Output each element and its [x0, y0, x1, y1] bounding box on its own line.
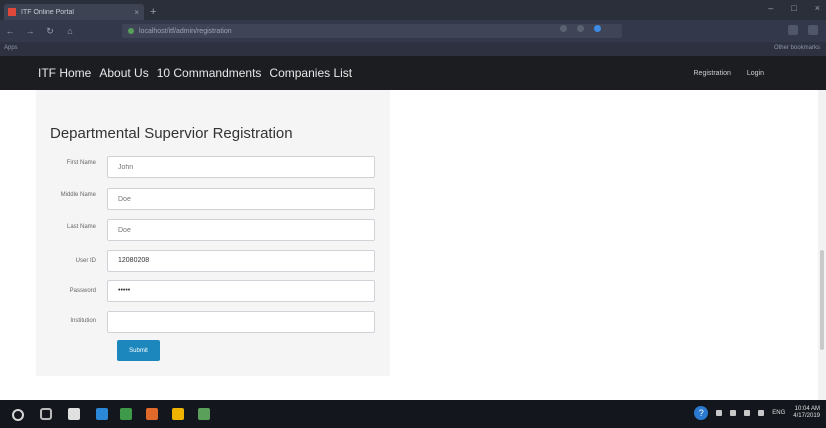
last-name-field[interactable] — [107, 219, 375, 241]
favicon-icon — [8, 8, 16, 16]
volume-icon[interactable] — [744, 410, 751, 416]
extension-icon[interactable] — [560, 25, 567, 32]
menu-icon[interactable] — [808, 25, 818, 35]
window-controls: – □ × — [768, 3, 820, 13]
clock-time: 10:04 AM — [794, 406, 820, 412]
nav-links: ITF Home About Us 10 Commandments Compan… — [38, 66, 352, 80]
first-name-label: First Name — [66, 160, 96, 166]
edge-icon[interactable] — [96, 408, 108, 420]
institution-label: Institution — [70, 318, 96, 324]
nav-link-commandments[interactable]: 10 Commandments — [157, 66, 262, 80]
nav-link-about[interactable]: About Us — [99, 66, 148, 80]
forward-icon[interactable]: → — [20, 26, 40, 36]
password-field[interactable]: ••••• — [107, 280, 375, 302]
bookmark-other[interactable]: Other bookmarks — [774, 45, 820, 51]
site-navbar: ITF Home About Us 10 Commandments Compan… — [0, 56, 826, 90]
clock[interactable]: 10:04 AM 4/17/2019 — [793, 406, 820, 420]
taskbar: ? ENG 10:04 AM 4/17/2019 — [0, 400, 826, 428]
bookmark-apps[interactable]: Apps — [4, 45, 18, 51]
secure-icon — [128, 28, 134, 34]
page-title: Departmental Supervior Registration — [50, 125, 293, 142]
scrollbar[interactable] — [818, 90, 826, 400]
toolbar-right — [788, 25, 818, 35]
submit-button[interactable]: Submit — [117, 340, 160, 361]
task-view-icon[interactable] — [40, 408, 52, 420]
new-tab-icon[interactable]: + — [150, 6, 162, 18]
tray-icon[interactable] — [716, 410, 723, 416]
close-tab-icon[interactable]: × — [134, 8, 139, 17]
app-icon[interactable] — [198, 408, 210, 420]
nav-link-home[interactable]: ITF Home — [38, 66, 91, 80]
help-icon[interactable]: ? — [694, 406, 709, 420]
address-bar[interactable]: localhost/itf/admin/registration — [122, 24, 622, 38]
network-icon[interactable] — [730, 410, 737, 416]
extension-icons — [560, 25, 601, 32]
url-text: localhost/itf/admin/registration — [139, 27, 232, 35]
middle-name-field[interactable] — [107, 188, 375, 210]
clock-date: 4/17/2019 — [793, 413, 820, 419]
battery-icon[interactable] — [758, 410, 765, 416]
nav-right: Registration Login — [694, 70, 765, 77]
profile-icon[interactable] — [594, 25, 601, 32]
browser-window: ITF Online Portal × + – □ × ← → ↻ ⌂ loca… — [0, 0, 826, 428]
language-indicator[interactable]: ENG — [772, 410, 785, 417]
star-icon[interactable] — [788, 25, 798, 35]
scrollbar-thumb[interactable] — [820, 250, 824, 350]
chrome-icon[interactable] — [172, 408, 184, 420]
back-icon[interactable]: ← — [0, 26, 20, 36]
middle-name-label: Middle Name — [60, 192, 96, 198]
search-icon[interactable] — [12, 409, 24, 421]
home-icon[interactable]: ⌂ — [60, 26, 80, 36]
first-name-field[interactable] — [107, 156, 375, 178]
last-name-label: Last Name — [66, 224, 96, 230]
close-window-icon[interactable]: × — [815, 3, 820, 13]
user-id-field[interactable]: 12080208 — [107, 250, 375, 272]
browser-toolbar: ← → ↻ ⌂ localhost/itf/admin/registration — [0, 20, 826, 42]
bookmarks-bar: Apps Other bookmarks — [0, 42, 826, 56]
institution-field[interactable] — [107, 311, 375, 333]
app-icon[interactable] — [146, 408, 158, 420]
reload-icon[interactable]: ↻ — [40, 26, 60, 37]
app-icon[interactable] — [120, 408, 132, 420]
nav-link-registration[interactable]: Registration — [694, 70, 731, 77]
maximize-icon[interactable]: □ — [791, 3, 796, 13]
password-label: Password — [69, 288, 96, 294]
tab-title: ITF Online Portal — [21, 8, 74, 16]
extension-icon[interactable] — [577, 25, 584, 32]
nav-link-login[interactable]: Login — [747, 70, 764, 77]
system-tray: ? ENG 10:04 AM 4/17/2019 — [694, 406, 820, 420]
tab-bar: ITF Online Portal × + – □ × — [0, 0, 826, 20]
browser-tab[interactable]: ITF Online Portal × — [4, 4, 144, 20]
store-icon[interactable] — [68, 408, 80, 420]
user-id-label: User ID — [75, 258, 96, 264]
minimize-icon[interactable]: – — [768, 3, 773, 13]
nav-link-companies[interactable]: Companies List — [269, 66, 352, 80]
